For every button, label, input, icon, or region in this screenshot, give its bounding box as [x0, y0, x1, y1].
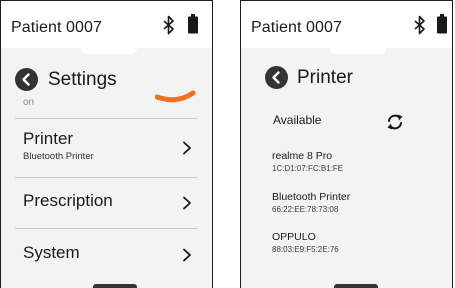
menu-item-title: Printer: [23, 129, 74, 148]
device-item[interactable]: Bluetooth Printer 66:22:EE:78:73:08: [272, 191, 350, 215]
patient-label: Patient 0007: [251, 19, 343, 36]
scrolled-item-label: on: [23, 97, 35, 108]
refresh-icon[interactable]: [385, 112, 405, 132]
section-label: Available: [273, 113, 322, 127]
header-tab: [81, 48, 137, 54]
settings-screen: Patient 0007 Settings on Printer Bluetoo…: [0, 0, 213, 288]
patient-label: Patient 0007: [11, 19, 103, 36]
back-button[interactable]: [265, 66, 288, 89]
back-arrow-icon: [22, 73, 30, 86]
device-address: 88:03:E9:F5:2E:76: [272, 245, 339, 254]
device-item[interactable]: OPPULO 88:03:E9:F5:2E:76: [272, 231, 339, 255]
home-indicator[interactable]: [93, 284, 137, 288]
chevron-right-icon: [183, 141, 191, 155]
menu-item-title: System: [23, 243, 80, 262]
bluetooth-icon: [414, 15, 425, 35]
page-title: Printer: [297, 67, 353, 88]
device-item[interactable]: realme 8 Pro 1C:D1:07:FC:B1:FE: [272, 150, 343, 174]
battery-icon: [188, 14, 198, 34]
menu-item-subtitle: Bluetooth Printer: [23, 151, 94, 162]
toggle-switch[interactable]: [155, 81, 197, 103]
device-address: 1C:D1:07:FC:B1:FE: [272, 164, 344, 173]
page-title: Settings: [48, 69, 117, 90]
bluetooth-icon: [163, 15, 174, 35]
home-indicator[interactable]: [334, 284, 378, 288]
device-name: Bluetooth Printer: [272, 191, 351, 203]
status-bar: Patient 0007: [1, 1, 212, 48]
status-bar: Patient 0007: [241, 1, 452, 48]
chevron-right-icon: [183, 196, 191, 210]
menu-item-printer[interactable]: Printer Bluetooth Printer: [1, 119, 212, 171]
battery-icon: [437, 14, 447, 34]
back-button[interactable]: [15, 68, 38, 91]
menu-item-system[interactable]: System: [1, 229, 212, 281]
back-arrow-icon: [272, 71, 280, 84]
menu-item-title: Prescription: [23, 191, 113, 210]
printer-screen: Patient 0007 Printer Available realme 8 …: [240, 0, 453, 288]
device-address: 66:22:EE:78:73:08: [272, 205, 339, 214]
chevron-right-icon: [183, 248, 191, 262]
menu-item-prescription[interactable]: Prescription: [1, 178, 212, 230]
header-tab: [330, 48, 386, 54]
device-name: OPPULO: [272, 231, 316, 243]
device-name: realme 8 Pro: [272, 150, 333, 162]
